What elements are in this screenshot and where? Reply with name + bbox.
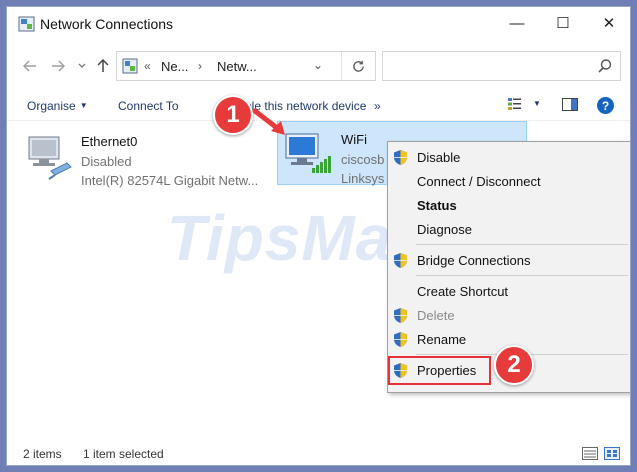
address-dropdown-icon[interactable]: ⌄ [313,58,323,72]
forward-arrow-icon [52,60,65,72]
connection-name: WiFi [341,132,367,147]
menu-item-label: Connect / Disconnect [417,174,541,189]
large-icons-view-button[interactable] [604,447,620,463]
menu-item-label: Diagnose [417,222,472,237]
refresh-button[interactable] [341,52,375,80]
refresh-icon [353,60,364,72]
uac-shield-icon [394,253,407,268]
back-arrow-icon [23,60,36,72]
recent-locations-button[interactable] [73,57,91,75]
menu-item-label: Create Shortcut [417,284,509,299]
menu-item-label: Status [417,198,457,213]
step-1-badge: 1 [213,95,253,135]
organise-label: Organise [27,99,76,113]
preview-pane-icon [562,98,578,111]
menu-item-label: Delete [417,308,455,323]
title-bar: Network Connections — ☐ ✕ [7,7,630,41]
menu-item-bridge-connections[interactable]: Bridge Connections [388,248,630,272]
menu-item-label: Disable [417,150,461,165]
change-view-button[interactable] [507,97,522,114]
connect-to-button[interactable]: Connect To [118,99,179,113]
caret-down-icon: ▼ [79,101,88,110]
up-button[interactable] [94,57,112,75]
maximize-button[interactable]: ☐ [540,7,586,39]
menu-item-status[interactable]: Status [388,193,630,217]
selection-count: 1 item selected [83,447,164,461]
connection-status: ciscosb [341,152,385,167]
view-dropdown-icon[interactable]: ▼ [533,99,541,108]
close-button[interactable]: ✕ [586,7,630,39]
more-commands-button[interactable]: » [374,99,381,113]
connection-name: Ethernet0 [81,134,138,149]
menu-separator [416,275,628,276]
large-icons-view-icon [604,447,620,460]
back-button[interactable] [21,57,39,75]
menu-item-delete: Delete [388,303,630,327]
breadcrumb-overflow[interactable]: « [144,59,151,73]
view-options-icon [508,98,521,110]
menu-item-create-shortcut[interactable]: Create Shortcut [388,279,630,303]
help-icon[interactable]: ? [597,97,614,114]
menu-item-label: Rename [417,332,467,347]
uac-shield-icon [394,308,407,323]
preview-pane-button[interactable] [562,98,578,114]
minimize-button[interactable]: — [494,7,540,39]
status-bar: 2 items 1 item selected [7,441,630,465]
address-field[interactable]: « Ne... › Netw... ⌄ [116,51,376,81]
network-connections-window: Network Connections — ☐ ✕ « Ne... › Netw… [6,6,631,466]
details-view-button[interactable] [582,447,598,463]
connection-status: Disabled [81,154,132,169]
uac-shield-icon [394,150,407,165]
up-arrow-icon [97,59,109,72]
wifi-adapter-icon [285,133,331,173]
ethernet-adapter-icon [28,136,72,180]
details-view-icon [582,447,598,460]
breadcrumb-item[interactable]: Netw... [217,59,257,74]
menu-item-diagnose[interactable]: Diagnose [388,217,630,241]
connection-device: Intel(R) 82574L Gigabit Netw... [81,173,259,188]
connection-device: Linksys [341,171,385,186]
breadcrumb-separator-icon: › [198,59,202,73]
properties-highlight [388,356,491,385]
forward-button[interactable] [49,57,67,75]
step-1-arrow-icon [252,108,285,135]
network-folder-icon [18,16,35,32]
menu-separator [416,244,628,245]
network-folder-icon [122,58,138,74]
close-icon: ✕ [602,15,616,32]
chevron-down-icon [78,63,86,68]
window-title: Network Connections [40,16,174,32]
menu-item-label: Bridge Connections [417,253,531,268]
minimize-icon: — [509,14,525,32]
breadcrumb-item[interactable]: Ne... [161,59,188,74]
step-2-badge: 2 [494,345,534,385]
command-bar: Organise ▼ Connect To Disable this networ… [7,91,630,121]
menu-item-connect-disconnect[interactable]: Connect / Disconnect [388,169,630,193]
navigation-bar: « Ne... › Netw... ⌄ [7,41,630,91]
item-count: 2 items [23,447,62,461]
maximize-icon: ☐ [556,15,570,32]
search-icon [598,59,612,73]
organise-button[interactable]: Organise ▼ [27,99,88,113]
search-input[interactable] [382,51,621,81]
uac-shield-icon [394,332,407,347]
menu-item-disable[interactable]: Disable [388,145,630,169]
